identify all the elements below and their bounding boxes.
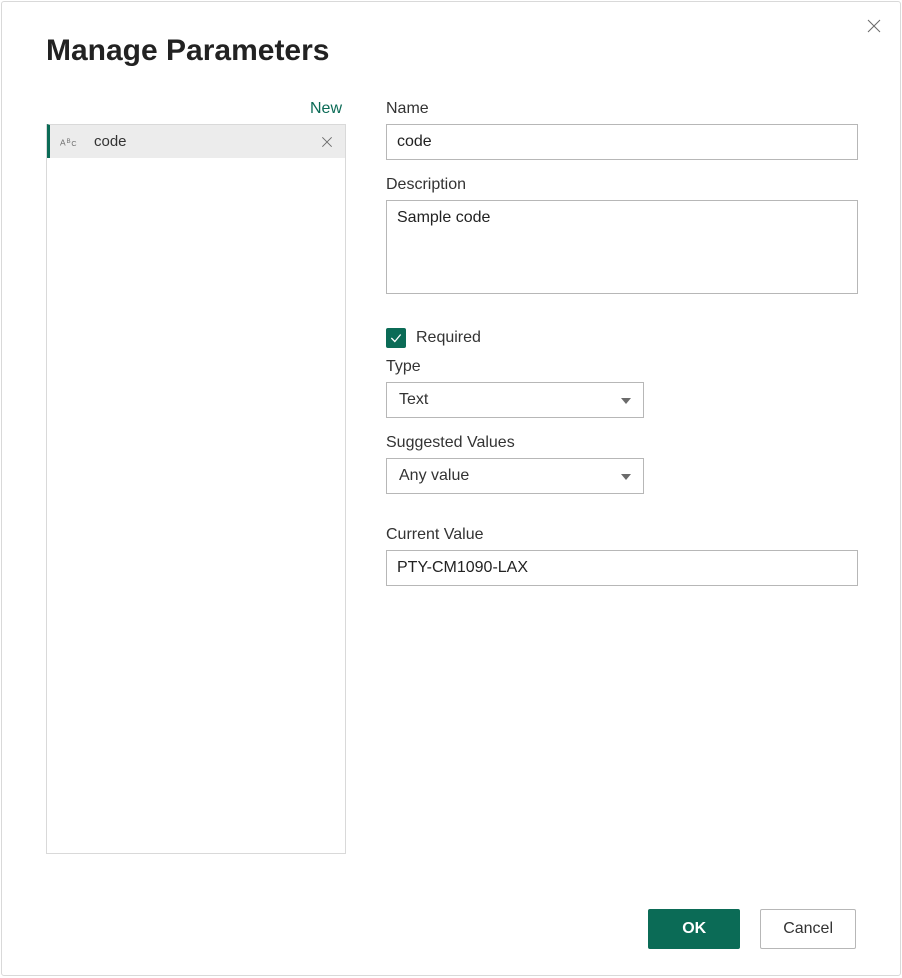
name-label: Name [386, 100, 858, 118]
name-input[interactable] [386, 124, 858, 160]
svg-text:B: B [67, 139, 71, 145]
chevron-down-icon [621, 467, 631, 485]
description-label: Description [386, 176, 858, 194]
suggested-values-select[interactable]: Any value [386, 458, 644, 494]
current-value-label: Current Value [386, 526, 858, 544]
required-label: Required [416, 329, 481, 347]
manage-parameters-dialog: Manage Parameters New A B C code [1, 1, 901, 976]
type-select[interactable]: Text [386, 382, 644, 418]
close-icon[interactable] [862, 14, 886, 38]
svg-text:C: C [71, 139, 76, 148]
ok-button[interactable]: OK [648, 909, 740, 949]
suggested-values-select-value: Any value [399, 467, 469, 485]
type-select-value: Text [399, 391, 428, 409]
current-value-input[interactable] [386, 550, 858, 586]
parameter-form: Name Description Required Type Text Sugg… [386, 94, 858, 854]
required-checkbox[interactable] [386, 328, 406, 348]
text-type-icon: A B C [60, 132, 84, 152]
type-label: Type [386, 358, 858, 376]
description-input[interactable] [386, 200, 858, 294]
svg-text:A: A [60, 137, 66, 147]
delete-parameter-icon[interactable] [317, 132, 337, 152]
dialog-title: Manage Parameters [46, 34, 329, 68]
suggested-values-label: Suggested Values [386, 434, 858, 452]
parameter-list-item[interactable]: A B C code [47, 124, 345, 158]
parameter-name-label: code [94, 133, 307, 150]
dialog-footer: OK Cancel [648, 909, 856, 949]
new-row: New [46, 94, 346, 124]
required-row: Required [386, 328, 858, 348]
chevron-down-icon [621, 391, 631, 409]
new-parameter-link[interactable]: New [310, 100, 342, 118]
dialog-body: New A B C code [46, 94, 858, 854]
parameter-list: A B C code [46, 124, 346, 854]
parameter-list-panel: New A B C code [46, 94, 346, 854]
cancel-button[interactable]: Cancel [760, 909, 856, 949]
